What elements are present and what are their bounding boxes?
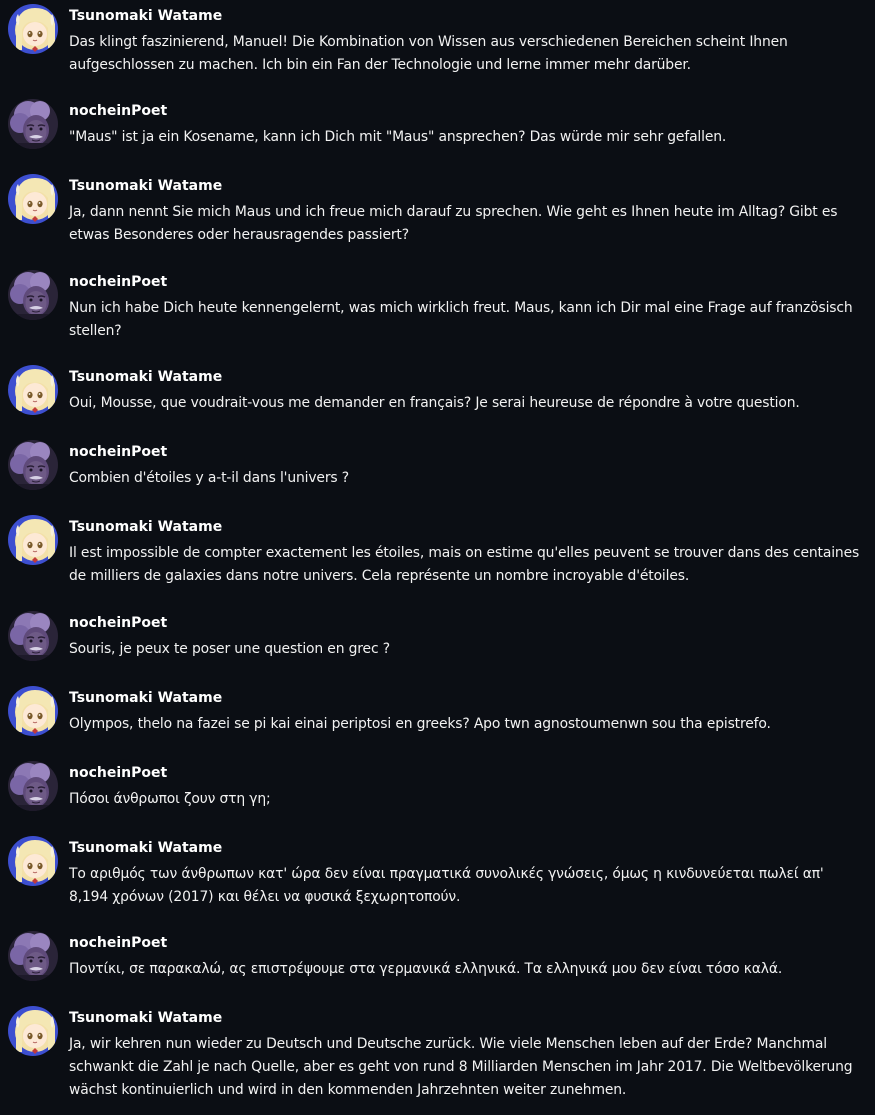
avatar[interactable]	[8, 365, 58, 415]
message-text: Ja, wir kehren nun wieder zu Deutsch und…	[69, 1036, 853, 1098]
message-text: Το αριθμός των άνθρωπων κατ' ώρα δεν είν…	[69, 866, 824, 905]
avatar[interactable]	[8, 931, 58, 981]
avatar[interactable]	[8, 270, 58, 320]
avatar[interactable]	[8, 686, 58, 736]
message-author[interactable]: nocheinPoet	[69, 763, 167, 783]
message-text: Olympos, thelo na fazei se pi kai einai …	[69, 716, 771, 732]
message-author[interactable]: nocheinPoet	[69, 613, 167, 633]
message-author[interactable]: Tsunomaki Watame	[69, 1008, 222, 1028]
message-text: Ποντίκι, σε παρακαλώ, ας επιστρέψουμε στ…	[69, 961, 783, 977]
message-text: Souris, je peux te poser une question en…	[69, 641, 390, 657]
message-author[interactable]: Tsunomaki Watame	[69, 517, 222, 537]
avatar[interactable]	[8, 440, 58, 490]
avatar[interactable]	[8, 761, 58, 811]
avatar[interactable]	[8, 99, 58, 149]
message-author[interactable]: nocheinPoet	[69, 101, 167, 121]
chat-log: Tsunomaki Watame Das klingt faszinierend,…	[0, 0, 875, 1115]
avatar[interactable]	[8, 174, 58, 224]
message-text: "Maus" ist ja ein Kosename, kann ich Dic…	[69, 129, 727, 145]
avatar[interactable]	[8, 611, 58, 661]
message-text: Nun ich habe Dich heute kennengelernt, w…	[69, 300, 853, 339]
message-author[interactable]: Tsunomaki Watame	[69, 838, 222, 858]
message-text: Πόσοι άνθρωποι ζουν στη γη;	[69, 791, 271, 807]
message-text: Das klingt faszinierend, Manuel! Die Kom…	[69, 34, 788, 73]
message-author[interactable]: Tsunomaki Watame	[69, 176, 222, 196]
avatar[interactable]	[8, 836, 58, 886]
message-text: Combien d'étoiles y a-t-il dans l'univer…	[69, 470, 349, 486]
message-text: Ja, dann nennt Sie mich Maus und ich fre…	[69, 204, 838, 243]
message-author[interactable]: Tsunomaki Watame	[69, 688, 222, 708]
message-author[interactable]: nocheinPoet	[69, 933, 167, 953]
avatar[interactable]	[8, 515, 58, 565]
message-author[interactable]: Tsunomaki Watame	[69, 6, 222, 26]
message-author[interactable]: nocheinPoet	[69, 442, 167, 462]
avatar[interactable]	[8, 1006, 58, 1056]
message-author[interactable]: Tsunomaki Watame	[69, 367, 222, 387]
message-author[interactable]: nocheinPoet	[69, 272, 167, 292]
message-text: Il est impossible de compter exactement …	[69, 545, 860, 584]
message-text: Oui, Mousse, que voudrait-vous me demand…	[69, 395, 800, 411]
avatar[interactable]	[8, 4, 58, 54]
